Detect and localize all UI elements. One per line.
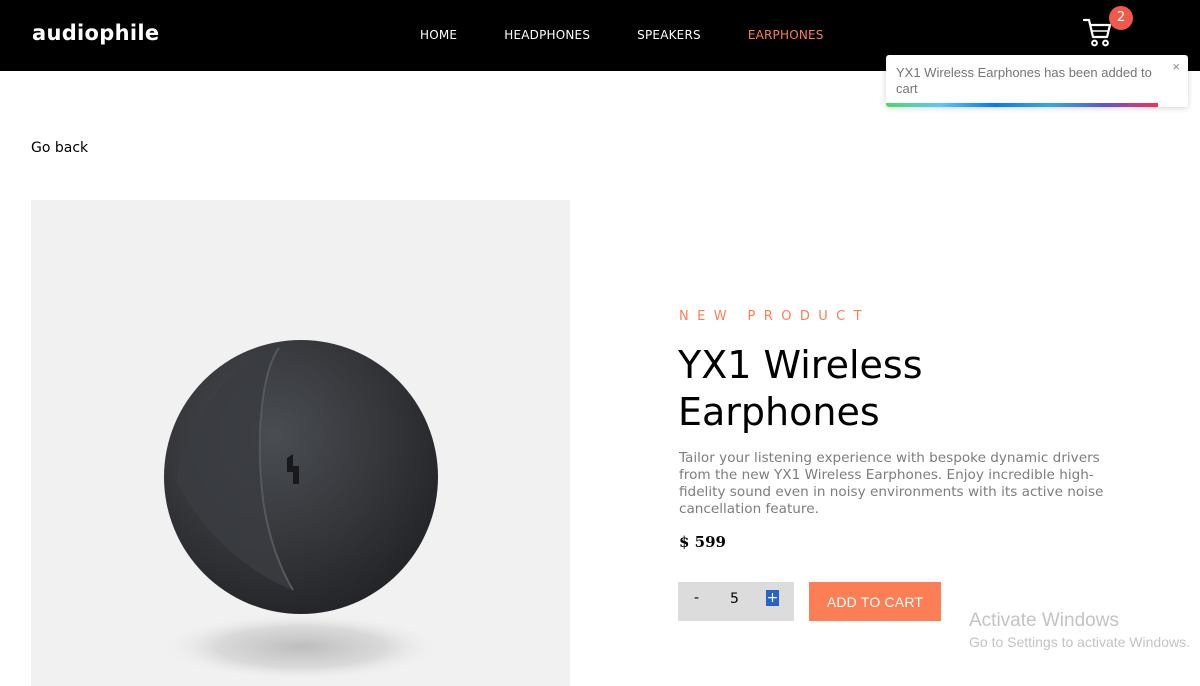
added-to-cart-toast: YX1 Wireless Earphones has been added to… [886, 55, 1188, 107]
activate-windows-title: Activate Windows [969, 610, 1119, 631]
new-product-label: NEW PRODUCT [679, 309, 870, 324]
toast-message: YX1 Wireless Earphones has been added to… [896, 65, 1152, 96]
earphone-image [161, 340, 441, 681]
add-to-cart-button[interactable]: ADD TO CART [809, 582, 941, 621]
quantity-increase-button[interactable]: + [766, 590, 779, 606]
quantity-stepper: - 5 + [678, 582, 794, 621]
logo[interactable]: audiophile [32, 21, 159, 45]
quantity-value: 5 [730, 591, 739, 607]
nav-speakers[interactable]: SPEAKERS [637, 28, 701, 42]
product-image [31, 200, 570, 686]
main-nav: HOME HEADPHONES SPEAKERS EARPHONES [420, 28, 824, 42]
toast-progress-bar [886, 103, 1158, 107]
product-price: $ 599 [679, 533, 726, 551]
nav-headphones[interactable]: HEADPHONES [504, 28, 590, 42]
quantity-decrease-button[interactable]: - [694, 590, 699, 606]
cart-count-badge: 2 [1109, 6, 1133, 30]
go-back-link[interactable]: Go back [31, 140, 88, 156]
product-description: Tailor your listening experience with be… [679, 450, 1104, 517]
activate-windows-subtitle: Go to Settings to activate Windows. [969, 634, 1190, 650]
cart-icon [1082, 18, 1112, 47]
product-title: YX1 Wireless Earphones [678, 343, 923, 434]
nav-earphones[interactable]: EARPHONES [748, 28, 824, 42]
nav-home[interactable]: HOME [420, 28, 457, 42]
toast-close-button[interactable]: × [1172, 59, 1180, 74]
